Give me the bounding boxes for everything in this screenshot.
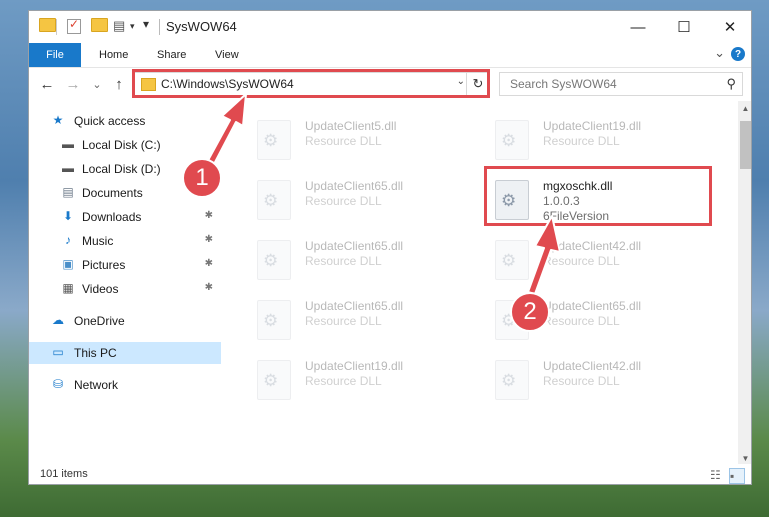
step-1-badge: 1 — [182, 158, 222, 198]
arrow-to-address — [205, 93, 247, 169]
arrow-to-file — [527, 215, 561, 295]
annotation-arrows — [205, 93, 561, 295]
step-2-badge: 2 — [510, 292, 550, 332]
